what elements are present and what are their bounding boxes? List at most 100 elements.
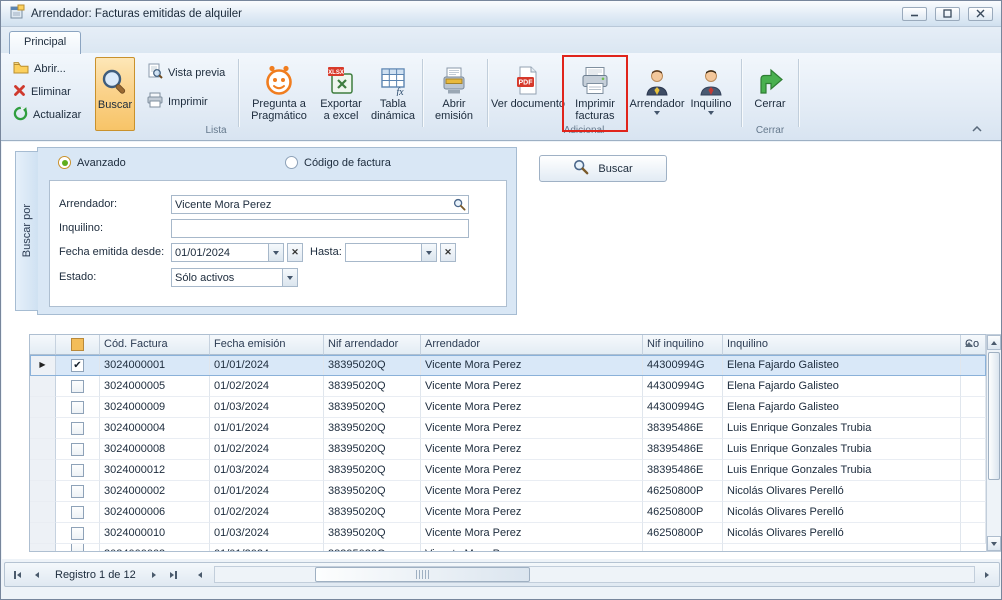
previous-record-button[interactable] — [27, 566, 47, 583]
chevron-down-icon — [708, 111, 714, 115]
buscar-por-side-tab[interactable]: Buscar por — [15, 151, 38, 311]
imprimir-button[interactable]: Imprimir — [143, 91, 212, 112]
row-checkbox[interactable] — [71, 506, 84, 519]
cell: 38395020Q — [324, 418, 421, 439]
chevron-down-icon[interactable] — [282, 269, 297, 286]
table-row[interactable]: 302400000901/03/202438395020QVicente Mor… — [30, 397, 986, 418]
table-row[interactable]: 302400000401/01/202438395020QVicente Mor… — [30, 418, 986, 439]
abrir-button[interactable]: Abrir... — [9, 58, 70, 79]
inquilino-dropdown-button[interactable]: Inquilino — [686, 57, 736, 131]
row-checkbox[interactable] — [71, 422, 84, 435]
row-checkbox[interactable] — [71, 544, 84, 552]
preview-icon — [147, 63, 163, 82]
table-row[interactable]: ▶✔302400000101/01/202438395020QVicente M… — [30, 355, 986, 376]
cell — [961, 502, 986, 523]
printer-icon — [147, 92, 163, 111]
checkbox-cell — [56, 460, 100, 481]
first-record-button[interactable] — [7, 566, 27, 583]
row-checkbox[interactable] — [71, 527, 84, 540]
column-header[interactable]: Cód. Factura — [100, 335, 210, 355]
search-icon — [573, 159, 589, 178]
record-count-text: Registro 1 de 12 — [55, 569, 136, 581]
buscar-ribbon-button[interactable]: Buscar — [95, 57, 135, 131]
cell: Vicente Mora Perez — [421, 523, 643, 544]
imprimir-facturas-button[interactable]: Imprimir facturas — [566, 57, 624, 131]
row-indicator — [30, 460, 56, 481]
scroll-right-button[interactable] — [977, 566, 997, 583]
tabla-dinamica-button[interactable]: fx Tabla dinámica — [367, 57, 419, 131]
table-row[interactable]: 302400000501/02/202438395020QVicente Mor… — [30, 376, 986, 397]
scroll-left-button[interactable] — [190, 566, 210, 583]
cell: Luis Enrique Gonzales Trubia — [723, 439, 961, 460]
column-header[interactable]: Nif arrendador — [324, 335, 421, 355]
cerrar-button[interactable]: Cerrar — [746, 57, 794, 131]
scroll-down-button[interactable] — [987, 536, 1001, 551]
row-checkbox[interactable] — [71, 401, 84, 414]
row-indicator — [30, 502, 56, 523]
row-checkbox[interactable] — [71, 443, 84, 456]
horizontal-scroll-thumb[interactable] — [315, 567, 530, 582]
chevron-down-icon[interactable] — [268, 244, 283, 261]
tab-principal[interactable]: Principal — [9, 31, 81, 54]
exportar-excel-button[interactable]: XLSX Exportar a excel — [318, 57, 364, 131]
arrendador-field[interactable]: Vicente Mora Perez — [171, 195, 469, 214]
radio-avanzado[interactable]: Avanzado — [58, 156, 126, 169]
actualizar-button[interactable]: Actualizar — [9, 104, 85, 125]
close-button[interactable] — [968, 7, 993, 21]
estado-combo[interactable]: Sólo activos — [171, 268, 298, 287]
radio-codigo-factura[interactable]: Código de factura — [285, 156, 391, 169]
minimize-button[interactable] — [902, 7, 927, 21]
table-row[interactable]: 302400001201/03/202438395020QVicente Mor… — [30, 460, 986, 481]
cell — [961, 355, 986, 376]
tenant-person-icon — [697, 60, 725, 96]
eliminar-button[interactable]: Eliminar — [9, 81, 75, 102]
clear-fecha-desde-button[interactable]: ✕ — [287, 243, 303, 262]
lookup-search-icon[interactable] — [451, 196, 468, 213]
ver-documento-button[interactable]: PDF Ver documento — [491, 57, 565, 131]
row-indicator — [30, 439, 56, 460]
cell — [961, 397, 986, 418]
cell: 38395020Q — [324, 481, 421, 502]
column-header[interactable]: Inquilino — [723, 335, 961, 355]
table-row[interactable]: 302400000601/02/202438395020QVicente Mor… — [30, 502, 986, 523]
cell: 01/03/2024 — [210, 523, 324, 544]
horizontal-scrollbar[interactable] — [214, 566, 975, 583]
column-header[interactable]: Arrendador — [421, 335, 643, 355]
table-row[interactable]: 302400000801/02/202438395020QVicente Mor… — [30, 439, 986, 460]
table-row[interactable]: 302400001001/03/202438395020QVicente Mor… — [30, 523, 986, 544]
cell: 38395020Q — [324, 355, 421, 376]
row-checkbox[interactable]: ✔ — [71, 359, 84, 372]
row-checkbox[interactable] — [71, 380, 84, 393]
next-record-button[interactable] — [144, 566, 164, 583]
buscar-panel-button[interactable]: Buscar — [539, 155, 667, 182]
scroll-up-button[interactable] — [987, 335, 1001, 350]
cell: 38395020Q — [324, 376, 421, 397]
table-row[interactable]: 302400000301/01/202438395020QVicente Mor… — [30, 544, 986, 552]
cell: Vicente Mora Perez — [421, 418, 643, 439]
maximize-button[interactable] — [935, 7, 960, 21]
group-label-cerrar: Cerrar — [746, 124, 794, 138]
column-header[interactable]: Fecha emisión — [210, 335, 324, 355]
row-checkbox[interactable] — [71, 464, 84, 477]
hasta-combo[interactable] — [345, 243, 437, 262]
chevron-down-icon[interactable] — [421, 244, 436, 261]
vertical-scrollbar[interactable] — [986, 334, 1002, 552]
clear-hasta-button[interactable]: ✕ — [440, 243, 456, 262]
column-header[interactable]: Nif inquilino — [643, 335, 723, 355]
collapse-ribbon-button[interactable] — [967, 121, 987, 136]
inquilino-field[interactable] — [171, 219, 469, 238]
vertical-scroll-thumb[interactable] — [988, 352, 1000, 480]
cell: 38395020Q — [324, 460, 421, 481]
vista-previa-button[interactable]: Vista previa — [143, 62, 229, 83]
abrir-emision-button[interactable]: Abrir emisión — [427, 57, 481, 131]
last-record-button[interactable] — [164, 566, 184, 583]
pregunta-pragmatico-button[interactable]: Pregunta a Pragmático — [242, 57, 316, 131]
row-checkbox[interactable] — [71, 485, 84, 498]
row-indicator — [30, 523, 56, 544]
titlebar[interactable]: Arrendador: Facturas emitidas de alquile… — [1, 1, 1001, 27]
ribbon-tab-strip — [1, 27, 1001, 53]
arrendador-dropdown-button[interactable]: Arrendador — [630, 57, 684, 131]
fecha-desde-combo[interactable]: 01/01/2024 — [171, 243, 284, 262]
table-row[interactable]: 302400000201/01/202438395020QVicente Mor… — [30, 481, 986, 502]
select-all-checkbox[interactable] — [71, 338, 84, 351]
